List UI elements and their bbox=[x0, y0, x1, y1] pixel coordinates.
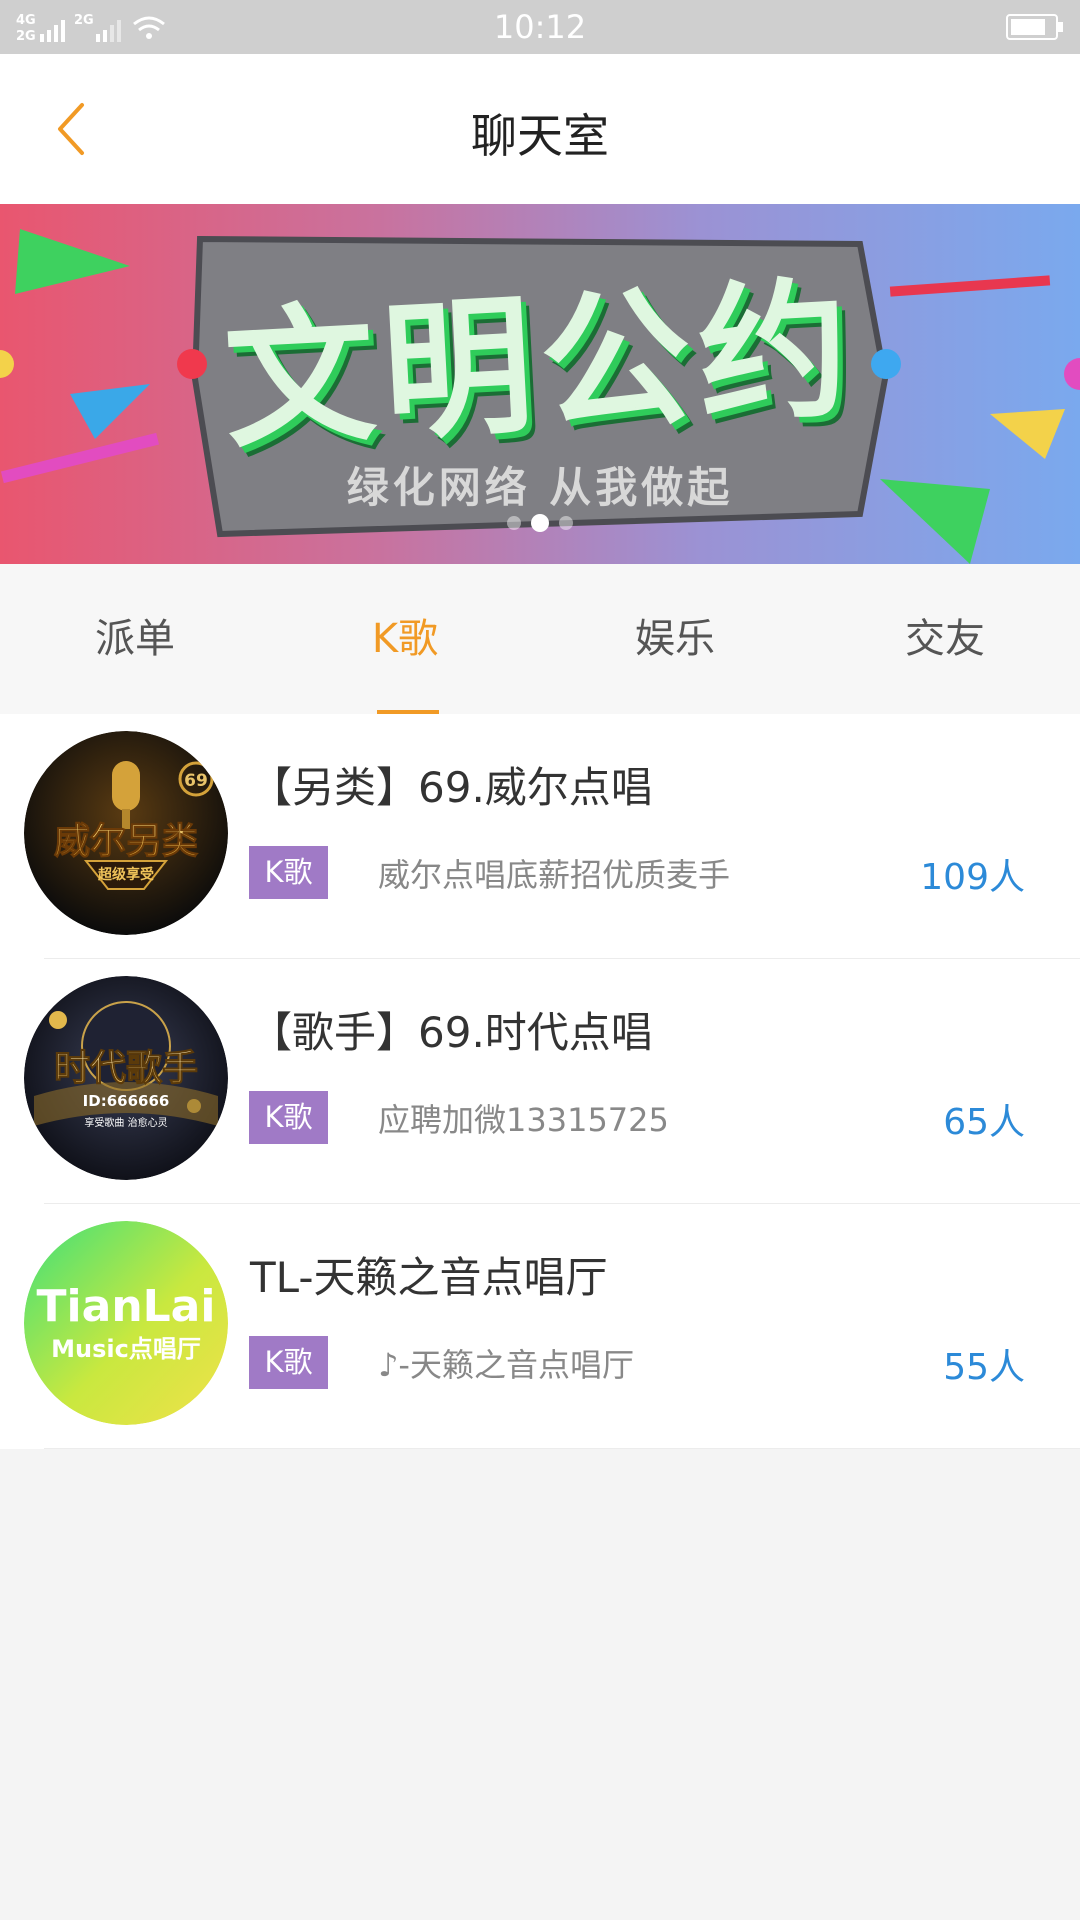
carousel-dot[interactable] bbox=[559, 516, 573, 530]
header: 聊天室 bbox=[0, 54, 1080, 204]
category-tag: K歌 bbox=[249, 1091, 328, 1144]
banner-title: 文明公约 bbox=[220, 262, 861, 470]
battery-icon bbox=[1006, 14, 1063, 40]
member-count: 65人 bbox=[943, 1102, 1025, 1143]
banner-subtitle: 绿化网络 从我做起 bbox=[346, 463, 734, 512]
svg-text:超级享受: 超级享受 bbox=[97, 866, 154, 883]
member-count: 55人 bbox=[943, 1347, 1025, 1388]
carousel-dot-active[interactable] bbox=[531, 514, 549, 532]
svg-text:TianLai: TianLai bbox=[37, 1281, 216, 1332]
status-bar: 4G 2G 2G 10:12 bbox=[0, 0, 1080, 54]
svg-text:ID:666666: ID:666666 bbox=[83, 1092, 170, 1110]
svg-text:Music点唱厅: Music点唱厅 bbox=[51, 1335, 201, 1363]
room-name: TL-天籁之音点唱厅 bbox=[250, 1253, 608, 1302]
carousel-indicator bbox=[0, 514, 1080, 532]
avatar: 时代歌手 ID:666666 享受歌曲 治愈心灵 bbox=[24, 976, 228, 1180]
category-tabs: 派单 K歌 娱乐 交友 bbox=[0, 564, 1080, 714]
tab-paidan[interactable]: 派单 bbox=[0, 564, 270, 714]
divider bbox=[44, 1448, 1080, 1449]
room-description: 应聘加微13315725 bbox=[378, 1101, 669, 1139]
room-name: 【歌手】69.时代点唱 bbox=[250, 1008, 653, 1057]
tab-label: K歌 bbox=[371, 616, 439, 662]
banner-carousel[interactable]: 文明公约 绿化网络 从我做起 bbox=[0, 204, 1080, 564]
svg-text:69: 69 bbox=[184, 771, 208, 791]
tab-kge[interactable]: K歌 bbox=[270, 564, 540, 714]
list-item[interactable]: 时代歌手 ID:666666 享受歌曲 治愈心灵 【歌手】69.时代点唱 K歌 … bbox=[0, 959, 1080, 1204]
room-description: ♪-天籁之音点唱厅 bbox=[378, 1346, 634, 1384]
page-title: 聊天室 bbox=[471, 109, 609, 163]
room-name: 【另类】69.威尔点唱 bbox=[250, 763, 653, 812]
svg-text:时代歌手: 时代歌手 bbox=[54, 1048, 198, 1089]
list-item[interactable]: 69 威尔另类 超级享受 【另类】69.威尔点唱 K歌 威尔点唱底薪招优质麦手 … bbox=[0, 714, 1080, 959]
status-time: 10:12 bbox=[493, 8, 587, 46]
tab-jiaoyou[interactable]: 交友 bbox=[810, 564, 1080, 714]
avatar: TianLai Music点唱厅 bbox=[24, 1221, 228, 1425]
avatar: 69 威尔另类 超级享受 bbox=[24, 731, 228, 935]
room-list: 69 威尔另类 超级享受 【另类】69.威尔点唱 K歌 威尔点唱底薪招优质麦手 … bbox=[0, 714, 1080, 1449]
carousel-dot[interactable] bbox=[507, 516, 521, 530]
room-description: 威尔点唱底薪招优质麦手 bbox=[378, 856, 731, 894]
list-item[interactable]: TianLai Music点唱厅 TL-天籁之音点唱厅 K歌 ♪-天籁之音点唱厅… bbox=[0, 1204, 1080, 1449]
category-tag: K歌 bbox=[249, 846, 328, 899]
tab-yule[interactable]: 娱乐 bbox=[540, 564, 810, 714]
svg-text:享受歌曲 治愈心灵: 享受歌曲 治愈心灵 bbox=[84, 1116, 167, 1129]
svg-text:威尔另类: 威尔另类 bbox=[54, 821, 198, 862]
member-count: 109人 bbox=[920, 857, 1025, 898]
category-tag: K歌 bbox=[249, 1336, 328, 1389]
